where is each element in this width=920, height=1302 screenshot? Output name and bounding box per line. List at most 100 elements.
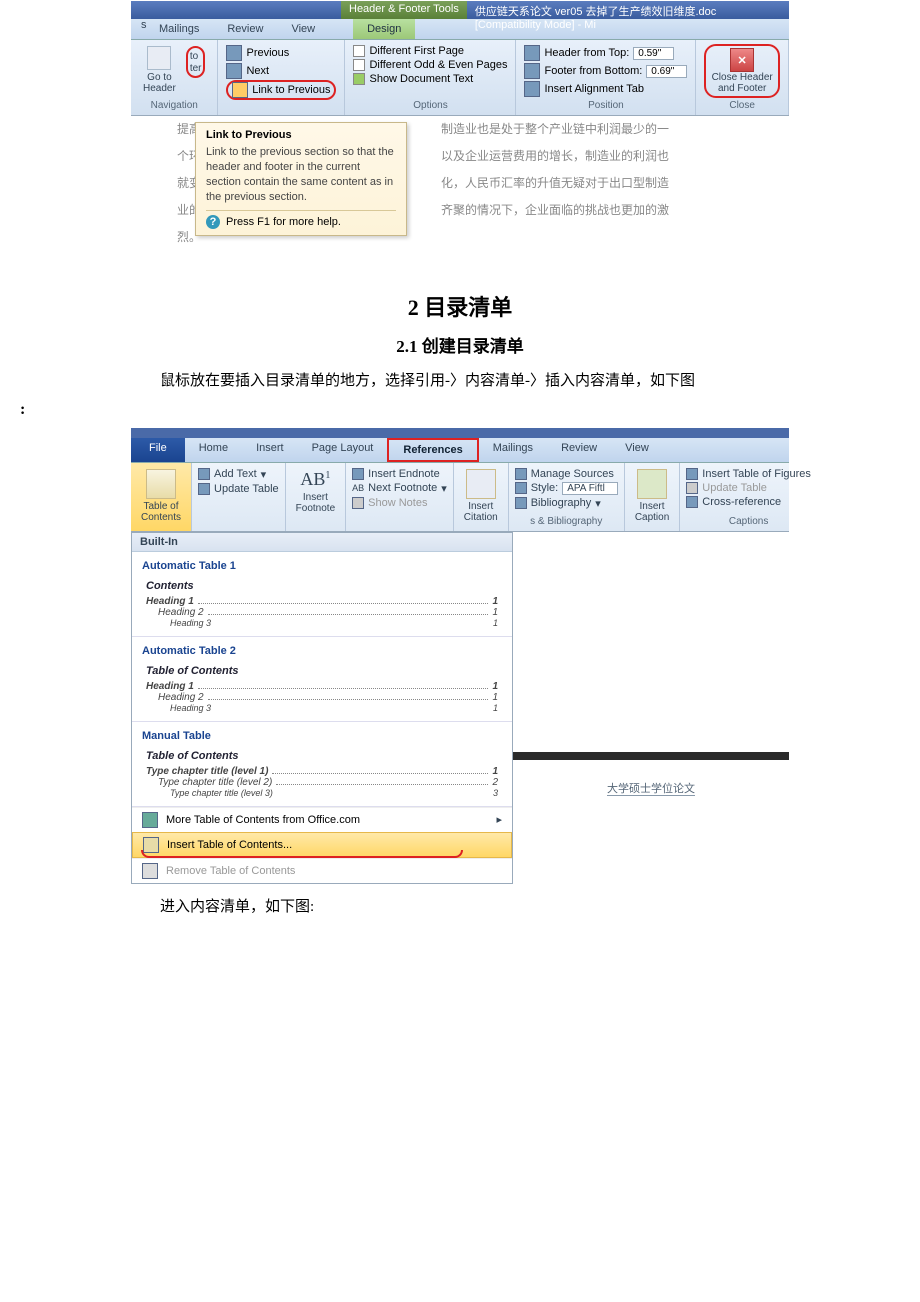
next-button[interactable]: Next xyxy=(226,62,336,80)
caption-side-group: Insert Table of Figures Update Table Cro… xyxy=(680,463,817,531)
group-nav-links: Previous Next Link to Previous xyxy=(218,40,345,115)
office-icon xyxy=(142,812,158,828)
insert-caption-button[interactable]: Insert Caption xyxy=(631,467,673,525)
citation-icon xyxy=(466,469,496,499)
ribbon-references: Table of Contents Add Text ▾ Update Tabl… xyxy=(131,463,789,532)
tab-view[interactable]: View xyxy=(277,19,329,39)
table-of-contents-button[interactable]: Table of Contents xyxy=(137,467,185,525)
toc-preview-1: Contents Heading 11 Heading 21 Heading 3… xyxy=(132,574,512,637)
different-first-page-checkbox[interactable]: Different First Page xyxy=(353,44,507,58)
manage-sources-button[interactable]: Manage Sources xyxy=(515,467,618,481)
toc-option-auto2[interactable]: Automatic Table 2 xyxy=(132,637,512,659)
link-to-previous-button[interactable]: Link to Previous xyxy=(226,80,336,100)
next-icon xyxy=(226,63,242,79)
toc-icon xyxy=(146,469,176,499)
toc-button-group: Table of Contents xyxy=(131,463,192,531)
toc-preview-2: Table of Contents Heading 11 Heading 21 … xyxy=(132,659,512,722)
update-table-2-button[interactable]: Update Table xyxy=(686,481,811,495)
group-navigation: Go to Header to ter Navigation xyxy=(131,40,218,115)
different-odd-even-checkbox[interactable]: Different Odd & Even Pages xyxy=(353,58,507,72)
group-label-position: Position xyxy=(524,100,687,111)
insert-alignment-tab-button[interactable]: Insert Alignment Tab xyxy=(524,80,687,98)
paragraph-1: 鼠标放在要插入目录清单的地方，选择引用-〉内容清单-〉插入内容清单，如下图 xyxy=(130,369,790,395)
tab-file[interactable]: File xyxy=(131,438,185,462)
tooltip-link-previous: Link to Previous Link to the previous se… xyxy=(195,122,407,236)
paragraph-2: 进入内容清单，如下图: xyxy=(130,895,790,921)
goto-footer-button[interactable]: to ter xyxy=(182,44,210,96)
insert-footnote-button[interactable]: AB1Insert Footnote xyxy=(292,467,339,516)
insert-endnote-button[interactable]: Insert Endnote xyxy=(352,467,447,481)
group-options: Different First Page Different Odd & Eve… xyxy=(345,40,516,115)
help-icon: ? xyxy=(206,215,220,229)
cross-reference-button[interactable]: Cross-reference xyxy=(686,495,811,509)
group-position: Header from Top:0.59" Footer from Bottom… xyxy=(516,40,696,115)
group-label-close: Close xyxy=(704,100,780,111)
tab-references[interactable]: References xyxy=(387,438,478,462)
tab-home[interactable]: Home xyxy=(185,438,242,462)
caption-button-group: Insert Caption xyxy=(625,463,680,531)
insert-table-figures-button[interactable]: Insert Table of Figures xyxy=(686,467,811,481)
toc-side-group: Add Text ▾ Update Table xyxy=(192,463,286,531)
manage-icon xyxy=(515,468,527,480)
next-footnote-button[interactable]: ABNext Footnote ▾ xyxy=(352,481,447,496)
contextual-tab-label: Header & Footer Tools xyxy=(341,1,467,19)
heading-2: 2 目录清单 xyxy=(130,290,790,322)
close-header-footer-button[interactable]: Close Header and Footer xyxy=(712,72,773,94)
more-toc-menuitem[interactable]: More Table of Contents from Office.com▸ xyxy=(132,807,512,832)
style-dropdown[interactable]: Style: APA Fiftl xyxy=(515,481,618,496)
screenshot-header-footer: Header & Footer Tools 供应链天系论文 ver05 去掉了生… xyxy=(130,0,790,266)
previous-icon xyxy=(226,45,242,61)
remove-toc-menuitem[interactable]: Remove Table of Contents xyxy=(132,858,512,883)
update-table-button[interactable]: Update Table xyxy=(198,482,279,496)
header-top-icon xyxy=(524,45,540,61)
tab-insert[interactable]: Insert xyxy=(242,438,298,462)
figures-icon xyxy=(686,468,698,480)
insert-citation-button[interactable]: Insert Citation xyxy=(460,467,502,525)
caption-icon xyxy=(637,469,667,499)
tab-view-2[interactable]: View xyxy=(611,438,663,462)
bibliography-button[interactable]: Bibliography ▾ xyxy=(515,496,618,511)
group-label-captions: Captions xyxy=(686,516,811,527)
toc-preview-3: Table of Contents Type chapter title (le… xyxy=(132,744,512,807)
colon: : xyxy=(20,401,790,419)
link-icon xyxy=(232,82,248,98)
toc-option-auto1[interactable]: Automatic Table 1 xyxy=(132,552,512,574)
group-label-options: Options xyxy=(353,100,507,111)
alignment-tab-icon xyxy=(524,81,540,97)
group-close: ✕ Close Header and Footer Close xyxy=(696,40,789,115)
ribbon-tabs-2: File Home Insert Page Layout References … xyxy=(131,438,789,463)
toc-option-manual[interactable]: Manual Table xyxy=(132,722,512,744)
footer-from-bottom-field[interactable]: Footer from Bottom:0.69" xyxy=(524,62,687,80)
tab-mailings-2[interactable]: Mailings xyxy=(479,438,547,462)
tab-page-layout[interactable]: Page Layout xyxy=(298,438,388,462)
header-from-top-field[interactable]: Header from Top:0.59" xyxy=(524,44,687,62)
citation-side-group: Manage Sources Style: APA Fiftl Bibliogr… xyxy=(509,463,625,531)
tooltip-body: Link to the previous section so that the… xyxy=(206,145,396,204)
tab-mailings[interactable]: Mailings xyxy=(145,19,213,39)
document-title: 供应链天系论文 ver05 去掉了生产绩效旧维度.doc [Compatibil… xyxy=(467,1,789,19)
footer-bottom-icon xyxy=(524,63,540,79)
tooltip-title: Link to Previous xyxy=(206,129,396,141)
update2-icon xyxy=(686,482,698,494)
show-notes-button[interactable]: Show Notes xyxy=(352,496,447,510)
remove-toc-icon xyxy=(142,863,158,879)
tab-design[interactable]: Design xyxy=(353,19,415,39)
tooltip-help-text: Press F1 for more help. xyxy=(226,216,341,228)
update-icon xyxy=(198,483,210,495)
document-area: Link to Previous Link to the previous se… xyxy=(131,116,789,265)
title-bar: Header & Footer Tools 供应链天系论文 ver05 去掉了生… xyxy=(131,1,789,19)
toc-dropdown-header: Built-In xyxy=(132,533,512,552)
show-document-text-checkbox[interactable]: Show Document Text xyxy=(353,72,507,86)
insert-toc-menuitem[interactable]: Insert Table of Contents... xyxy=(132,832,512,858)
citation-button-group: Insert Citation xyxy=(454,463,509,531)
tab-review-2[interactable]: Review xyxy=(547,438,611,462)
ribbon-tabs: s Mailings Review View Design xyxy=(131,19,789,40)
screenshot-references: File Home Insert Page Layout References … xyxy=(130,427,790,885)
document-thumbnail: 大学硕士学位论文 xyxy=(513,760,789,816)
add-text-icon xyxy=(198,468,210,480)
previous-button[interactable]: Previous xyxy=(226,44,336,62)
add-text-button[interactable]: Add Text ▾ xyxy=(198,467,279,482)
ribbon-design: Go to Header to ter Navigation Previous … xyxy=(131,40,789,116)
tab-review[interactable]: Review xyxy=(213,19,277,39)
goto-header-button[interactable]: Go to Header xyxy=(139,44,180,96)
